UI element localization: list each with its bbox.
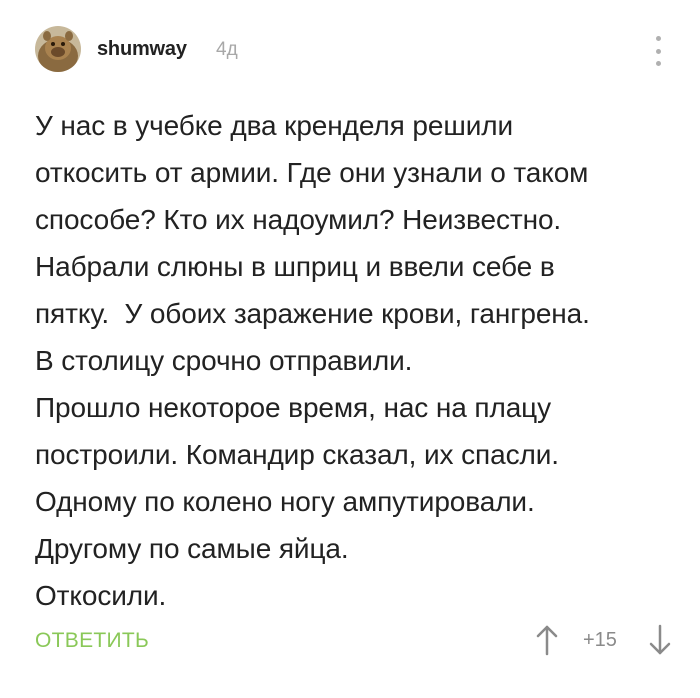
arrow-up-icon[interactable]	[535, 624, 559, 656]
comment-line: Одному по колено ногу ампутировали.	[35, 486, 535, 517]
comment-line: откосить от армии. Где они узнали о тако…	[35, 157, 589, 188]
comment-line: пятку. У обоих заражение крови, гангрена…	[35, 298, 590, 329]
comment-line: Прошло некоторое время, нас на плацу	[35, 392, 551, 423]
vertical-dots-icon[interactable]	[648, 36, 668, 66]
comment-time: 4д	[216, 39, 238, 60]
comment-line: У нас в учебке два кренделя решили	[35, 110, 514, 141]
comment-line: Набрали слюны в шприц и ввели себе в	[35, 251, 555, 282]
comment-body: У нас в учебке два кренделя решили откос…	[35, 102, 675, 619]
comment-footer: ОТВЕТИТЬ +15	[0, 610, 700, 670]
comment-header: shumway 4д	[0, 0, 700, 100]
reply-button[interactable]: ОТВЕТИТЬ	[35, 629, 149, 653]
comment-line: способе? Кто их надоумил? Неизвестно.	[35, 204, 562, 235]
comment-score: +15	[583, 629, 617, 651]
comment-line: Другому по самые яйца.	[35, 533, 349, 564]
arrow-down-icon[interactable]	[648, 624, 672, 656]
comment-line: В столицу срочно отправили.	[35, 345, 413, 376]
author-name[interactable]: shumway	[97, 38, 187, 61]
comment-line: построили. Командир сказал, их спасли.	[35, 439, 559, 470]
avatar[interactable]	[35, 26, 81, 72]
